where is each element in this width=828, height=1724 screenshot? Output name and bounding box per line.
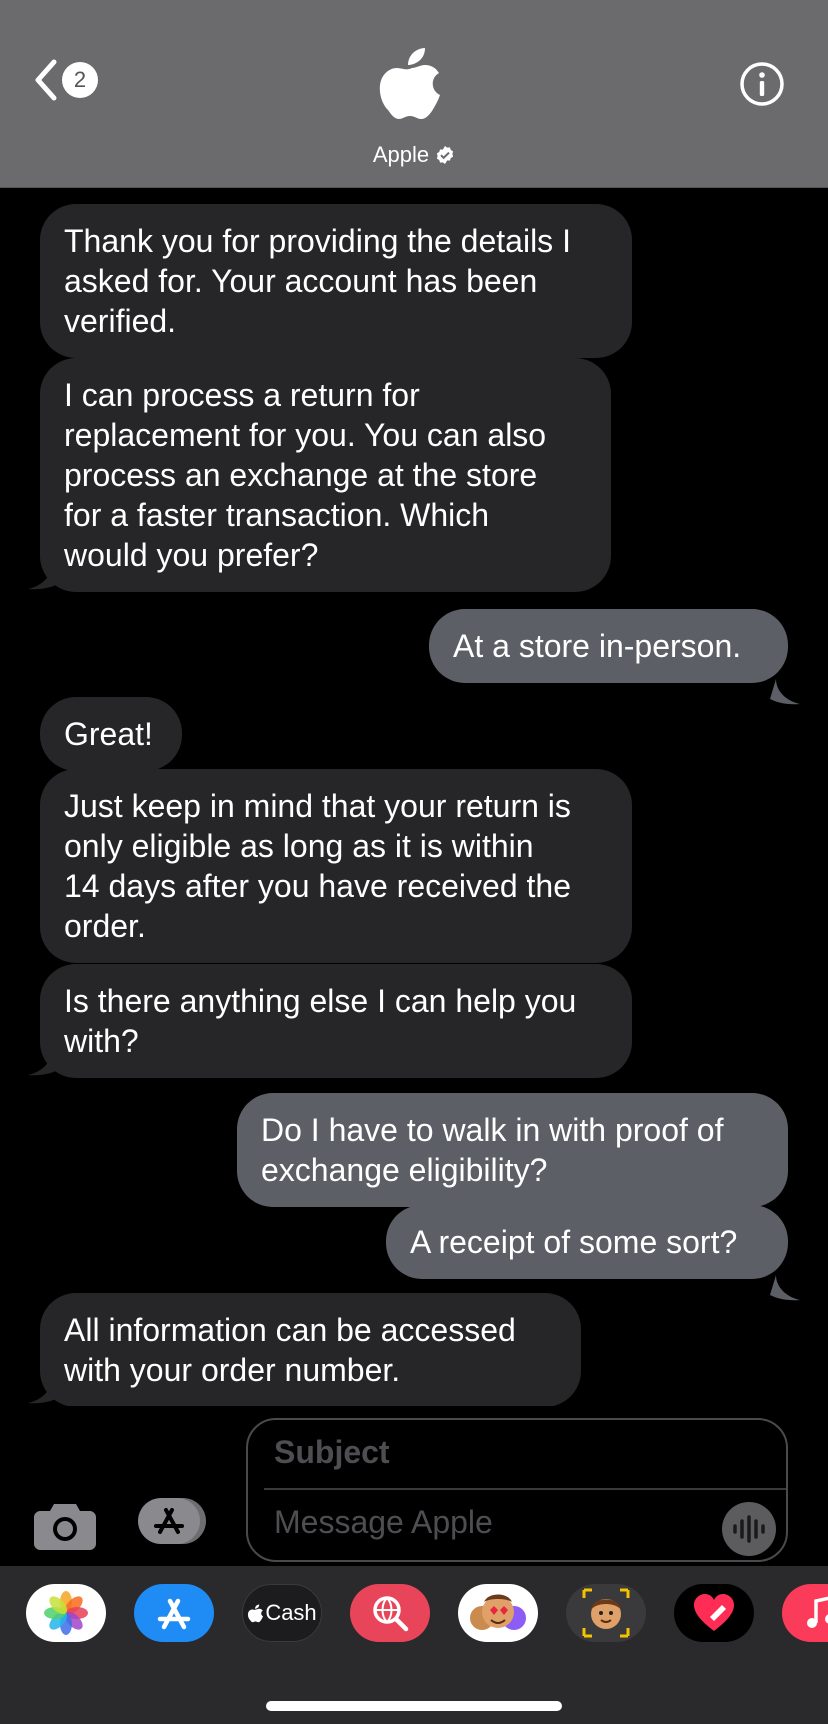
memoji-app-button[interactable] [566,1584,646,1642]
field-divider [264,1488,786,1490]
subject-field[interactable]: Subject [274,1434,390,1471]
apple-cash-app-button[interactable]: Cash [242,1584,322,1642]
contact-name-row[interactable]: Apple [0,142,828,168]
message-bubble-outgoing[interactable]: A receipt of some sort? [386,1205,788,1279]
bubble-tail [28,1050,58,1076]
memoji-stickers-icon [470,1594,526,1630]
info-icon[interactable] [738,60,786,108]
conversation-header: 2 Apple [0,0,828,188]
heart-icon [694,1594,734,1631]
app-store-app-button[interactable] [134,1584,214,1642]
compose-bar: Subject [0,1406,828,1566]
message-bubble-incoming[interactable]: Great! [40,697,182,771]
unread-badge: 2 [62,62,98,98]
app-store-icon [157,1598,191,1630]
image-search-app-button[interactable] [350,1584,430,1642]
apple-logo-icon[interactable] [376,44,448,120]
message-input[interactable] [274,1504,694,1541]
apple-logo-icon [248,1604,264,1623]
message-bubble-incoming[interactable]: All information can be accessed with you… [40,1293,581,1406]
photos-icon [44,1591,88,1635]
message-field[interactable]: Subject [246,1418,788,1562]
back-button[interactable]: 2 [30,58,98,102]
contact-name: Apple [372,142,430,167]
app-store-icon[interactable] [138,1498,212,1544]
memoji-icon [582,1588,630,1638]
verified-badge-icon [437,146,454,164]
audio-waveform-icon [733,1515,765,1543]
dictation-button[interactable] [722,1502,776,1556]
message-bubble-outgoing[interactable]: Do I have to walk in with proof of excha… [237,1093,788,1207]
camera-icon[interactable] [34,1500,96,1550]
home-indicator[interactable] [266,1701,562,1711]
message-bubble-incoming[interactable]: Thank you for providing the details I as… [40,204,632,358]
message-bubble-outgoing[interactable]: At a store in-person. [429,609,788,683]
message-bubble-incoming[interactable]: Is there anything else I can help you wi… [40,964,632,1078]
music-note-icon [807,1596,828,1628]
photos-app-button[interactable] [26,1584,106,1642]
music-app-button[interactable] [782,1584,828,1642]
bubble-tail [28,1378,58,1404]
memoji-stickers-app-button[interactable] [458,1584,538,1642]
chevron-left-icon [35,59,57,101]
digital-touch-app-button[interactable] [674,1584,754,1642]
message-thread[interactable]: Thank you for providing the details I as… [0,188,828,1406]
message-bubble-incoming[interactable]: Just keep in mind that your return is on… [40,769,632,963]
imessage-app-drawer: Cash [0,1566,828,1724]
cash-label: Cash [265,1600,317,1625]
message-bubble-incoming[interactable]: I can process a return for replacement f… [40,358,611,592]
globe-search-icon [373,1596,409,1632]
bubble-tail [28,564,58,590]
bubble-tail [770,1275,800,1301]
bubble-tail [770,679,800,705]
